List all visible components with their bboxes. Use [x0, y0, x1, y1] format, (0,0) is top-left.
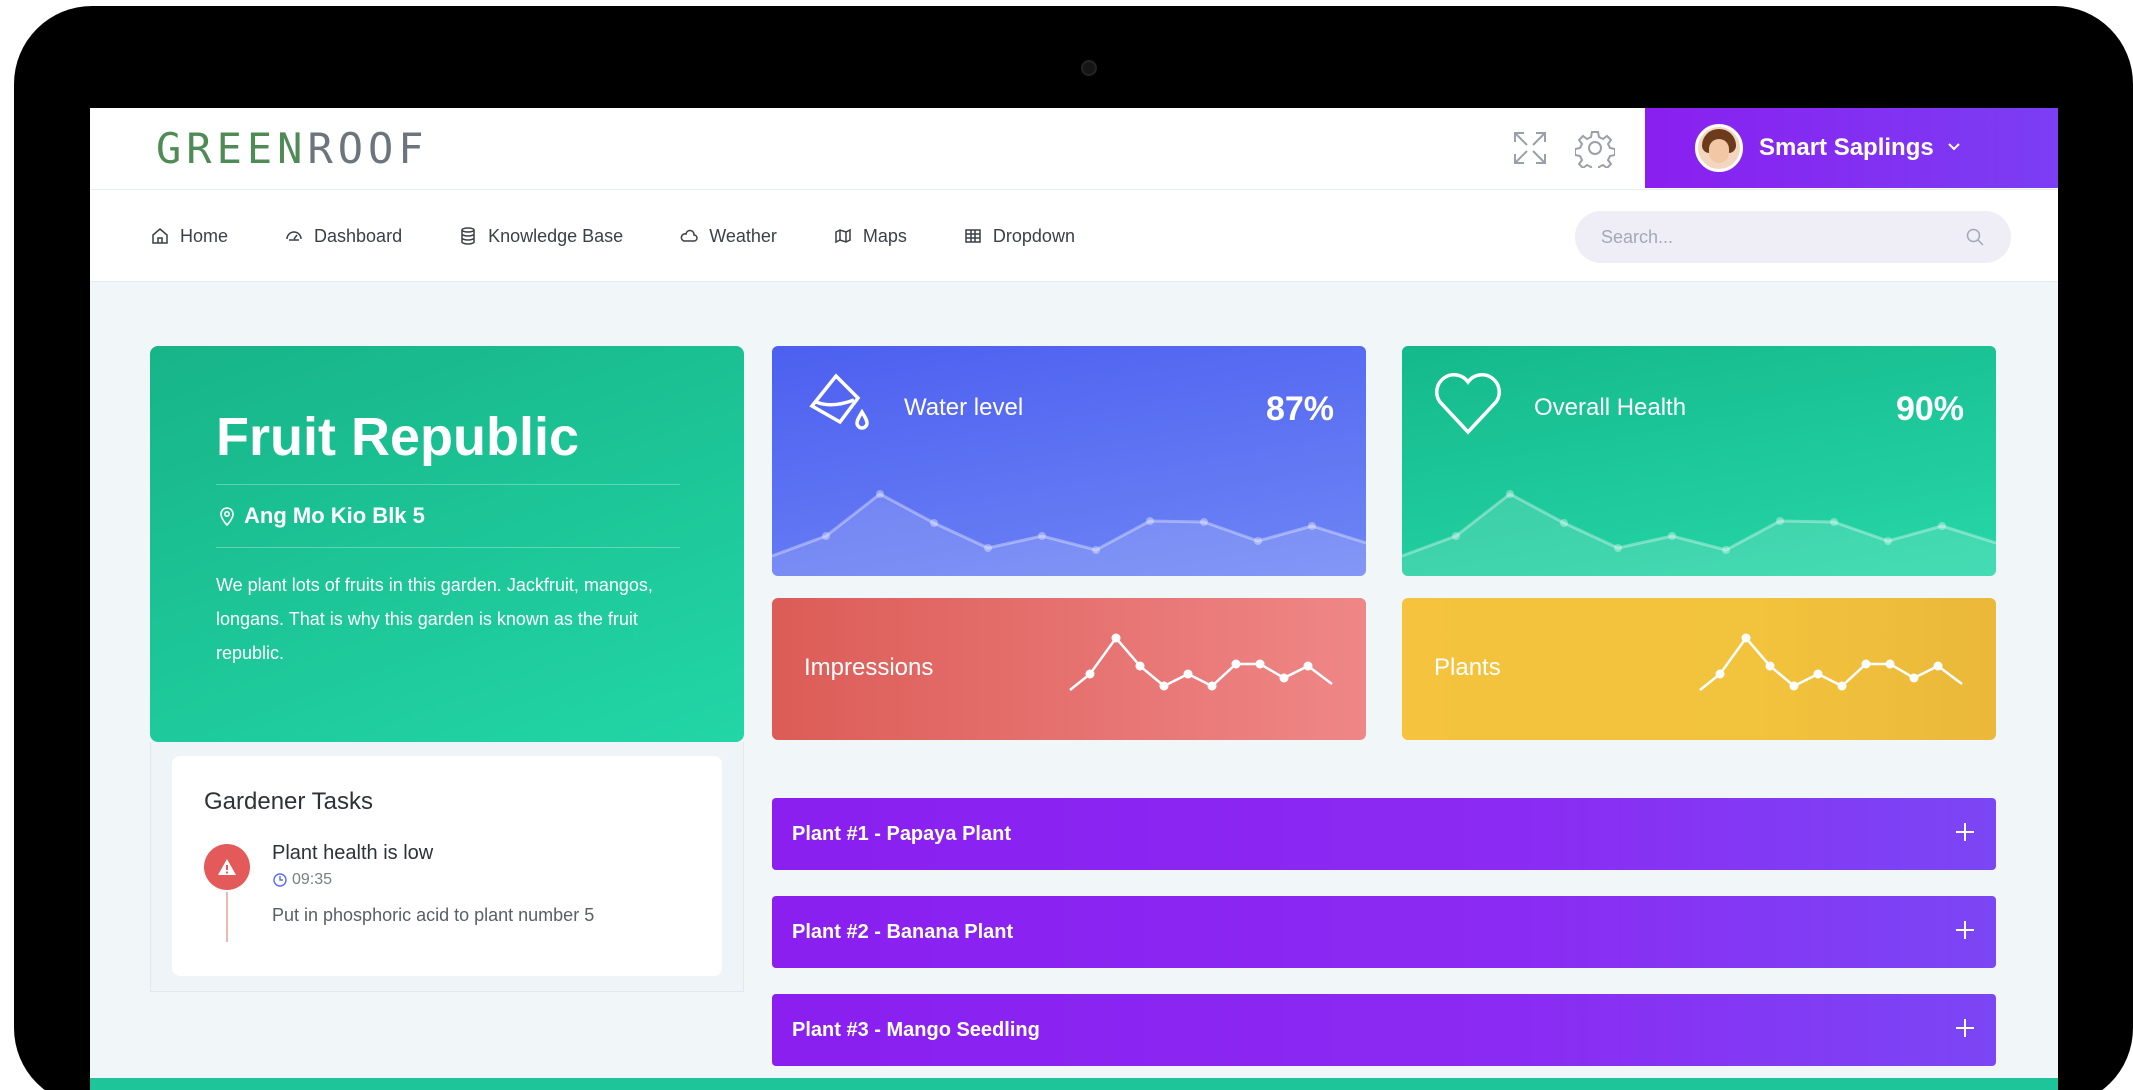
- nav-item-label: Home: [180, 225, 229, 246]
- accordion-title: Plant #3 - Mango Seedling: [792, 1018, 1040, 1041]
- plants-sparkline: [1699, 633, 1963, 691]
- accordion-item-plant-2[interactable]: Plant #2 - Banana Plant: [772, 896, 1996, 968]
- settings-gear-icon[interactable]: [1574, 128, 1616, 173]
- clock-icon: [273, 873, 287, 887]
- tasks-panel: Gardener Tasks Plant health is low 09:35…: [150, 742, 744, 992]
- plants-label: Plants: [1434, 654, 1501, 681]
- home-icon: [152, 228, 168, 244]
- nav-item-label: Dropdown: [992, 225, 1075, 246]
- accordion-item-plant-3[interactable]: Plant #3 - Mango Seedling: [772, 994, 1996, 1066]
- search-icon[interactable]: [1965, 227, 1985, 247]
- water-bucket-icon: [809, 373, 869, 430]
- user-menu[interactable]: Smart Saplings: [1645, 108, 2058, 188]
- timeline-line: [226, 892, 228, 942]
- overall-health-value: 90%: [1895, 390, 1964, 428]
- tasks-heading: Gardener Tasks: [204, 788, 373, 815]
- plus-icon[interactable]: [1954, 917, 1976, 947]
- garden-description: We plant lots of fruits in this garden. …: [216, 575, 653, 663]
- accordion-item-plant-1[interactable]: Plant #1 - Papaya Plant: [772, 798, 1996, 870]
- chevron-down-icon: [1946, 137, 1962, 160]
- plus-icon[interactable]: [1954, 1015, 1976, 1045]
- garden-location: Ang Mo Kio Blk 5: [216, 485, 680, 547]
- water-sparkline: [772, 490, 1366, 576]
- nav-item-label: Dashboard: [314, 225, 403, 246]
- nav-item-knowledge-base[interactable]: Knowledge Base: [458, 226, 623, 247]
- app-screen: GREENROOF Smart Saplings Home Dashboard …: [90, 108, 2058, 1090]
- plants-card[interactable]: Plants: [1402, 598, 1996, 740]
- nav-item-maps[interactable]: Maps: [833, 226, 907, 247]
- gardener-tasks-card: Gardener Tasks Plant health is low 09:35…: [172, 756, 722, 976]
- brand-logo[interactable]: GREENROOF: [156, 118, 429, 180]
- garden-title: Fruit Republic: [216, 407, 579, 467]
- map-icon: [835, 228, 851, 244]
- health-sparkline: [1402, 490, 1996, 576]
- impressions-label: Impressions: [804, 654, 934, 681]
- table-icon: [965, 229, 981, 243]
- plus-icon[interactable]: [1954, 819, 1976, 849]
- overall-health-card[interactable]: Overall Health 90%: [1402, 346, 1996, 576]
- task-item[interactable]: Plant health is low 09:35 Put in phospho…: [204, 842, 690, 942]
- nav-item-dashboard[interactable]: Dashboard: [284, 226, 402, 247]
- dashboard-icon: [286, 231, 302, 241]
- camera: [1081, 60, 1097, 76]
- brand-logo-part1: GREEN: [156, 124, 308, 173]
- garden-location-text: Ang Mo Kio Blk 5: [244, 503, 425, 528]
- nav-item-label: Weather: [709, 225, 777, 246]
- cloud-icon: [680, 229, 698, 242]
- heart-icon: [1435, 373, 1501, 435]
- divider: [216, 547, 680, 548]
- accordion-title: Plant #1 - Papaya Plant: [792, 822, 1011, 845]
- nav-item-home[interactable]: Home: [150, 226, 228, 247]
- water-level-card[interactable]: Water level 87%: [772, 346, 1366, 576]
- nav-item-label: Knowledge Base: [488, 225, 624, 246]
- impressions-sparkline: [1069, 633, 1333, 691]
- main-nav: Home Dashboard Knowledge Base Weather Ma…: [90, 190, 2058, 282]
- task-note: Put in phosphoric acid to plant number 5: [272, 905, 595, 925]
- nav-item-weather[interactable]: Weather: [679, 226, 777, 247]
- accordion-title: Plant #2 - Banana Plant: [792, 920, 1014, 943]
- impressions-card[interactable]: Impressions: [772, 598, 1366, 740]
- search-input[interactable]: [1601, 226, 1965, 248]
- brand-logo-part2: ROOF: [307, 124, 429, 173]
- location-pin-icon: [220, 507, 234, 526]
- task-title: Plant health is low: [272, 842, 434, 864]
- task-time: 09:35: [272, 871, 690, 889]
- nav-item-dropdown[interactable]: Dropdown: [963, 226, 1075, 247]
- fullscreen-icon[interactable]: [1510, 128, 1550, 168]
- nav-item-label: Maps: [862, 225, 907, 246]
- task-time-text: 09:35: [292, 871, 333, 888]
- overall-health-label: Overall Health: [1534, 394, 1687, 421]
- user-avatar: [1695, 124, 1743, 172]
- garden-profile-card: Fruit Republic Ang Mo Kio Blk 5 We plant…: [150, 346, 744, 742]
- water-level-value: 87%: [1265, 390, 1334, 428]
- user-name: Smart Saplings: [1759, 134, 1934, 161]
- top-header: GREENROOF Smart Saplings: [90, 108, 2058, 190]
- search-box: [1575, 211, 2011, 263]
- database-icon: [461, 227, 475, 245]
- water-level-label: Water level: [904, 394, 1024, 421]
- warning-icon: [204, 844, 250, 890]
- footer-bar: [90, 1078, 2058, 1090]
